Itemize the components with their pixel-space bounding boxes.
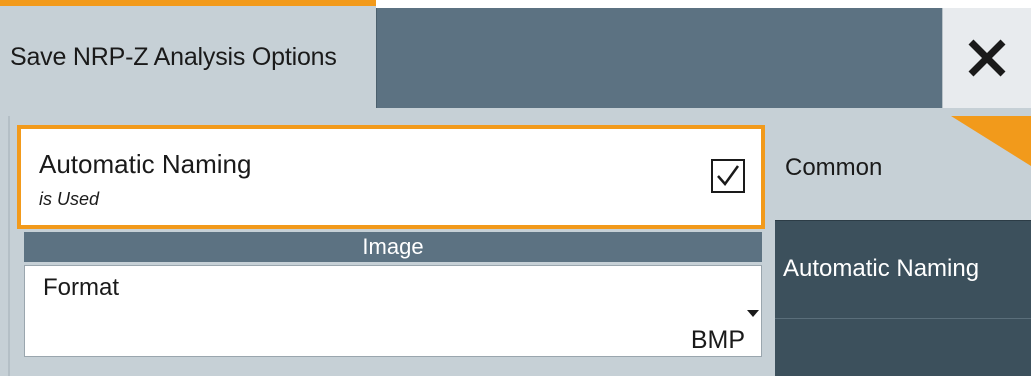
title-bar	[376, 8, 942, 108]
dialog-body: Automatic Naming is Used Image Format BM…	[0, 108, 1031, 376]
image-section-title: Image	[362, 234, 424, 259]
tab-empty[interactable]	[775, 318, 1031, 376]
panel-left-edge	[0, 108, 8, 376]
tab-automatic-naming-label: Automatic Naming	[783, 255, 980, 282]
dropdown-arrow-icon	[747, 310, 759, 317]
format-value: BMP	[690, 326, 745, 354]
close-icon	[968, 39, 1006, 77]
tab-common-label: Common	[785, 154, 883, 181]
format-label: Format	[43, 274, 120, 301]
automatic-naming-row[interactable]: Automatic Naming is Used	[17, 125, 765, 229]
image-section-header: Image	[24, 232, 762, 262]
panel-divider	[8, 116, 10, 376]
automatic-naming-label: Automatic Naming	[39, 149, 252, 179]
close-button[interactable]	[942, 8, 1031, 108]
format-select[interactable]: Format BMP	[24, 265, 762, 357]
dialog-title-tab: Save NRP-Z Analysis Options	[0, 0, 376, 108]
tab-automatic-naming[interactable]: Automatic Naming	[775, 220, 1031, 318]
tab-common[interactable]: Common	[775, 116, 1031, 220]
automatic-naming-checkbox[interactable]	[711, 159, 745, 193]
checkmark-icon	[717, 165, 740, 187]
automatic-naming-status: is Used	[39, 189, 100, 209]
active-corner-flag	[951, 116, 1031, 166]
dialog-title: Save NRP-Z Analysis Options	[10, 42, 337, 71]
